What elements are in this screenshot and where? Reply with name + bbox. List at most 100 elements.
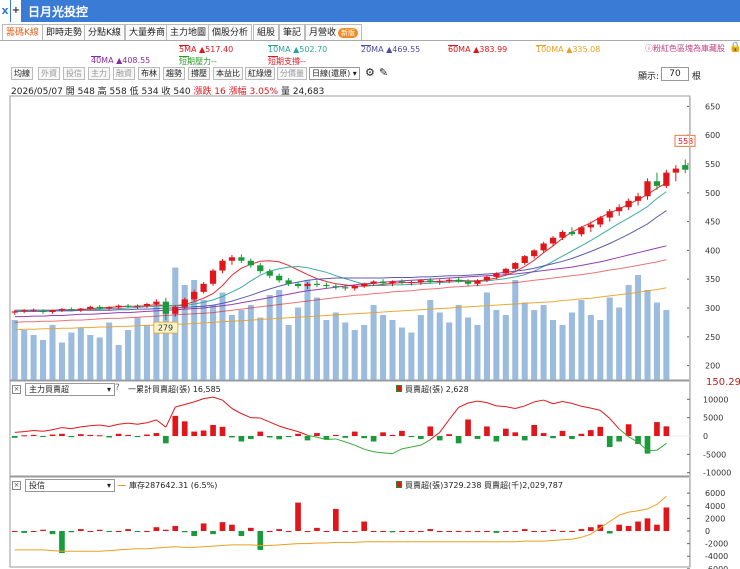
main-force-bar (427, 426, 434, 436)
main-force-bar (550, 436, 556, 439)
main-force-indicator-select[interactable]: 主力買賣超 ▾ (25, 383, 115, 396)
main-force-cum-segment (99, 424, 110, 427)
trust-bar (96, 529, 103, 531)
main-force-bar (257, 431, 264, 436)
trust-indicator-select[interactable]: 投信 ▾ (25, 479, 115, 492)
price-tick-label: 250 (705, 333, 720, 342)
candle-body (162, 301, 169, 314)
trust-bar (361, 521, 367, 531)
trust-bar (181, 531, 188, 533)
main-force-cum-segment (534, 399, 544, 403)
volume-bar (162, 310, 169, 380)
volume-bar (313, 297, 320, 380)
trust-bar (106, 531, 112, 532)
volume-bar (436, 312, 443, 380)
volume-bar (465, 317, 472, 380)
volume-bar (11, 320, 18, 380)
volume-bar (361, 325, 368, 380)
main-force-cum-segment (571, 402, 582, 407)
candle-body (124, 305, 132, 307)
chevron-down-icon: ▾ (106, 385, 111, 394)
trust-tick-label: 4000 (705, 502, 725, 511)
main-force-bar (153, 433, 160, 436)
main-force-bar (106, 436, 112, 438)
trust-bar (588, 527, 594, 531)
candle-body (559, 231, 566, 238)
main-force-bar (134, 436, 141, 438)
trust-bar (474, 531, 481, 532)
trust-tick-label: -6000 (705, 565, 728, 569)
trust-bar (30, 531, 37, 532)
trust-inventory-line (14, 495, 667, 552)
price-tick-label: 600 (705, 131, 720, 140)
trust-bar (351, 531, 358, 532)
price-tick-label: 650 (705, 102, 720, 111)
main-force-cum-segment (33, 430, 44, 432)
main-force-tick-label: -5000 (703, 450, 726, 459)
price-tick-label: 550 (705, 160, 720, 169)
main-force-bar (87, 434, 94, 436)
volume-bar (625, 285, 632, 380)
candle-body (143, 303, 151, 306)
trust-indicator-value: 投信 (29, 481, 45, 490)
main-force-cum-segment (52, 427, 63, 431)
main-force-bar (181, 421, 188, 436)
volume-bar (40, 340, 47, 380)
candle-body (474, 280, 481, 284)
candle-body (181, 299, 188, 307)
trust-bar (606, 531, 613, 534)
trust-bar (295, 502, 301, 531)
trust-tick-label: 6000 (705, 489, 725, 498)
help-icon[interactable]: ? (115, 383, 120, 393)
volume-bar (332, 312, 339, 380)
main-force-cum-segment (71, 426, 81, 430)
candle-body (115, 305, 122, 308)
collapse-icon[interactable]: × (12, 481, 21, 490)
trust-bar (144, 531, 150, 532)
main-force-bar (304, 436, 311, 441)
candle-body (323, 284, 330, 287)
trust-bar (550, 529, 556, 531)
main-force-bar (484, 426, 490, 436)
volume-bar (512, 280, 519, 380)
main-force-bar (163, 436, 169, 444)
ma-line-20ma (14, 210, 667, 312)
candle-body (257, 265, 264, 272)
main-force-tick-label: 10000 (703, 395, 728, 404)
trust-bar (304, 531, 311, 532)
volume-bar (550, 320, 557, 380)
trust-bar (540, 531, 547, 532)
main-force-cum-segment (184, 401, 195, 405)
main-force-cum-segment (609, 418, 620, 430)
candle-body (332, 286, 339, 288)
candle-body (304, 283, 311, 287)
trust-bar (418, 531, 424, 532)
trust-bar (635, 521, 641, 531)
trust-bar (342, 531, 349, 532)
main-force-bar (11, 436, 18, 438)
candle-body (96, 306, 103, 309)
main-force-bar (436, 436, 443, 441)
collapse-icon[interactable]: × (12, 385, 21, 394)
main-force-bar (229, 436, 235, 438)
main-force-bar (654, 422, 660, 436)
volume-bar (295, 307, 302, 380)
main-force-bar-legend-text: 買賣超(張) 2,628 (405, 385, 469, 394)
main-force-cum-segment (439, 419, 450, 433)
main-force-cum-segment (656, 442, 667, 451)
trust-tick-label: -2000 (705, 540, 728, 549)
main-force-bar (68, 436, 75, 438)
volume-bar (568, 312, 575, 380)
trust-bar (380, 531, 386, 532)
candle-body (493, 273, 500, 277)
candle-body (361, 283, 368, 287)
trust-bar (436, 531, 443, 532)
trust-bar (484, 531, 490, 532)
main-force-cum-segment (90, 424, 100, 427)
main-force-bar (361, 436, 367, 439)
main-force-cum-segment (109, 423, 119, 427)
main-force-bar (238, 436, 245, 442)
candle-body (682, 165, 689, 170)
trust-bar (399, 531, 405, 532)
trust-bar (314, 527, 320, 531)
